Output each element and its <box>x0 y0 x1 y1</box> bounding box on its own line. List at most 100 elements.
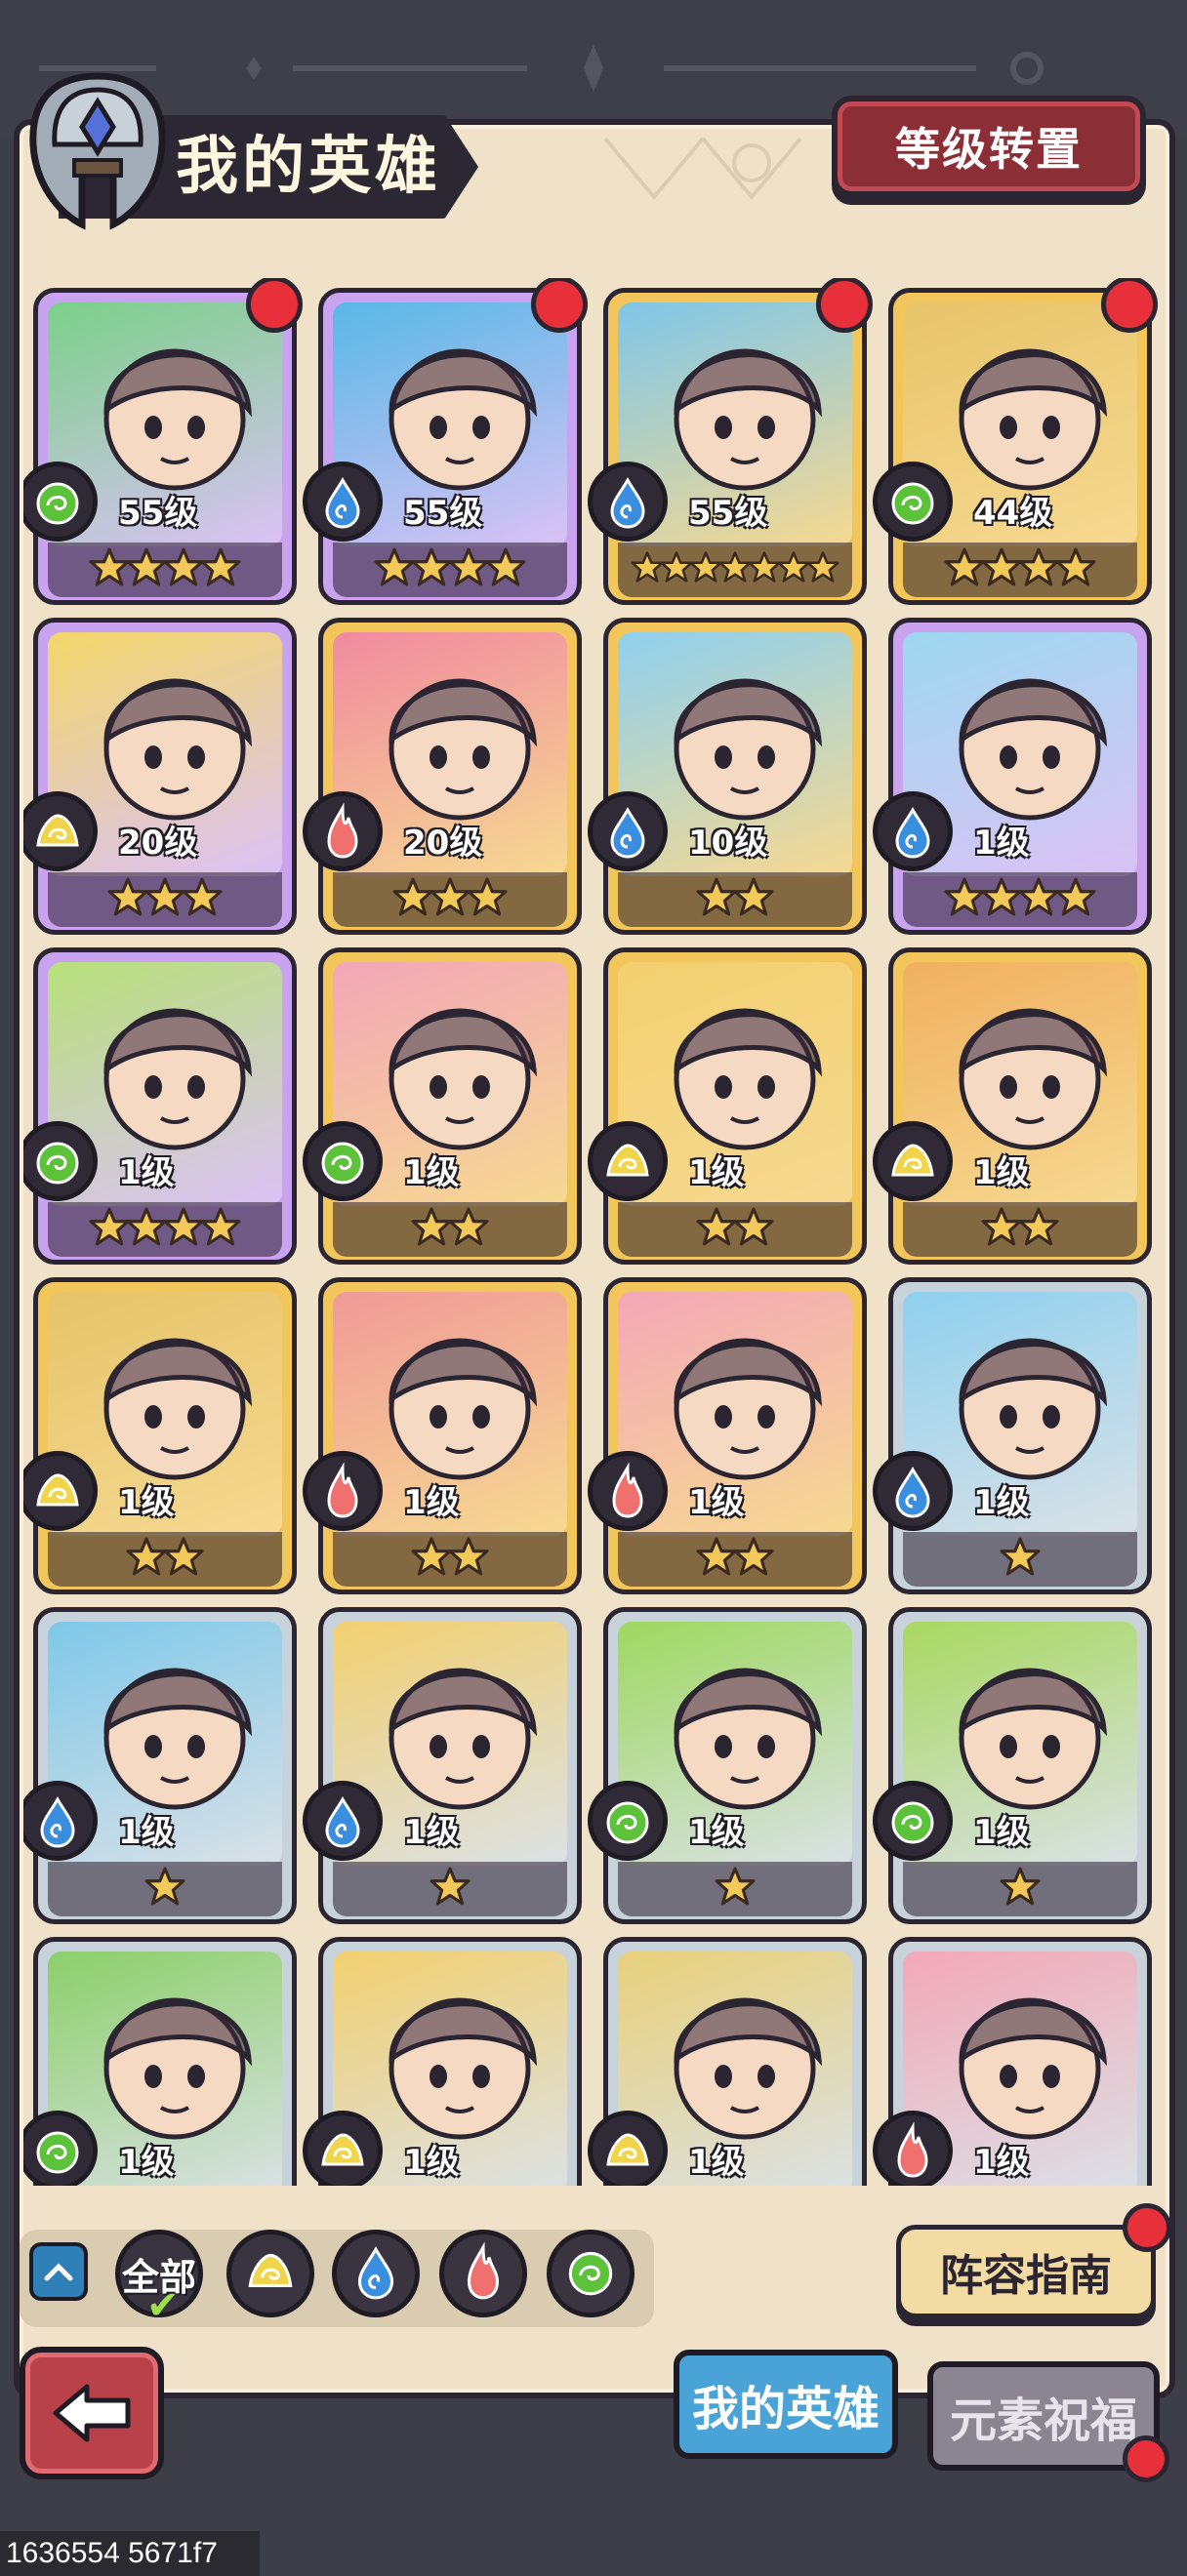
hero-card[interactable]: 1级 <box>888 1277 1152 1594</box>
earth-element-icon <box>588 1121 668 1201</box>
hero-stars <box>618 1864 852 1909</box>
star-icon <box>1018 1206 1059 1247</box>
lineup-guide-button[interactable]: 阵容指南 <box>896 2225 1156 2318</box>
star-icon <box>411 546 452 587</box>
hero-card[interactable]: 1级 <box>888 618 1152 935</box>
back-button[interactable] <box>20 2347 164 2479</box>
hero-stars <box>903 1534 1137 1579</box>
fire-element-icon <box>303 791 383 871</box>
water-element-icon <box>873 791 953 871</box>
nature-element-icon <box>873 1781 953 1861</box>
hero-level: 1级 <box>688 1483 745 1522</box>
star-icon <box>1018 876 1059 917</box>
star-icon <box>660 550 693 584</box>
hero-notification-dot <box>816 278 873 333</box>
hero-level: 1级 <box>688 1813 745 1852</box>
water-element-icon <box>303 462 383 542</box>
star-icon <box>748 550 781 584</box>
back-arrow-icon <box>53 2384 131 2442</box>
tab-notification-dot <box>1123 2435 1169 2482</box>
hero-card[interactable]: 1级 <box>888 947 1152 1265</box>
hero-notification-dot <box>246 278 303 333</box>
hero-stars <box>618 1534 852 1579</box>
filter-earth-button[interactable] <box>226 2230 314 2317</box>
hero-level: 1级 <box>973 1153 1030 1192</box>
tab-my-heroes[interactable]: 我的英雄 <box>674 2350 898 2459</box>
hero-stars <box>48 1864 282 1909</box>
star-icon <box>126 1206 167 1247</box>
star-icon <box>411 1536 452 1577</box>
star-icon <box>718 550 752 584</box>
fire-element-icon <box>873 2111 953 2186</box>
nature-element-icon <box>303 1121 383 1201</box>
star-icon <box>689 550 722 584</box>
hero-card[interactable]: 1级 <box>33 1277 297 1594</box>
hero-card[interactable]: 1级 <box>33 1607 297 1924</box>
star-icon <box>200 1206 241 1247</box>
filter-fire-button[interactable] <box>439 2230 527 2317</box>
star-icon <box>126 1536 167 1577</box>
hero-level: 1级 <box>118 1483 175 1522</box>
hero-card[interactable]: 1级 <box>318 947 582 1265</box>
hero-card[interactable]: 55级 <box>33 288 297 605</box>
hero-card[interactable]: 1级 <box>888 1607 1152 1924</box>
star-icon <box>981 1206 1022 1247</box>
level-transfer-button[interactable]: 等级转置 <box>832 96 1146 197</box>
hero-stars <box>333 544 567 589</box>
star-icon <box>89 1206 130 1247</box>
hero-card[interactable]: 55级 <box>318 288 582 605</box>
hero-level: 20级 <box>118 824 198 863</box>
hero-card[interactable]: 1级 <box>318 1607 582 1924</box>
star-icon <box>126 546 167 587</box>
earth-element-icon <box>588 2111 668 2186</box>
hero-card[interactable]: 44级 <box>888 288 1152 605</box>
nature-element-icon <box>23 2111 98 2186</box>
star-icon <box>448 546 489 587</box>
water-element-icon <box>873 1451 953 1531</box>
hero-card[interactable]: 10级 <box>603 618 867 935</box>
star-icon <box>163 1206 204 1247</box>
nature-element-icon <box>23 462 98 542</box>
hero-level: 44级 <box>973 494 1053 533</box>
nature-element-icon <box>560 2241 621 2306</box>
star-icon <box>981 546 1022 587</box>
star-icon <box>696 876 737 917</box>
hero-card[interactable]: 1级 <box>603 1607 867 1924</box>
star-icon <box>981 876 1022 917</box>
hero-stars <box>618 544 852 589</box>
star-icon <box>777 550 810 584</box>
star-icon <box>430 876 471 917</box>
hero-level: 1级 <box>973 1813 1030 1852</box>
water-element-icon <box>588 462 668 542</box>
star-icon <box>1055 546 1096 587</box>
selected-check-icon: ✔ <box>146 2283 180 2328</box>
hero-stars <box>333 1864 567 1909</box>
star-icon <box>392 876 433 917</box>
hero-card[interactable]: 1级 <box>33 947 297 1265</box>
water-element-icon <box>588 791 668 871</box>
hero-level: 20级 <box>403 824 483 863</box>
star-icon <box>1055 876 1096 917</box>
hero-stars <box>903 544 1137 589</box>
star-icon <box>733 1536 774 1577</box>
hero-card[interactable]: 1级 <box>318 1277 582 1594</box>
filter-water-button[interactable] <box>332 2230 420 2317</box>
hero-card[interactable]: 1级 <box>603 1277 867 1594</box>
nature-element-icon <box>588 1781 668 1861</box>
hero-card[interactable]: 20级 <box>318 618 582 935</box>
star-icon <box>631 550 664 584</box>
hero-stars <box>903 874 1137 919</box>
star-icon <box>1000 1866 1041 1907</box>
hero-card[interactable]: 1级 <box>603 947 867 1265</box>
filter-nature-button[interactable] <box>547 2230 634 2317</box>
star-icon <box>163 1536 204 1577</box>
star-icon <box>89 546 130 587</box>
hero-stars <box>333 1204 567 1249</box>
star-icon <box>448 1536 489 1577</box>
collapse-filter-button[interactable] <box>29 2242 88 2301</box>
hero-card[interactable]: 55级 <box>603 288 867 605</box>
hero-level: 1级 <box>973 824 1030 863</box>
fire-element-icon <box>588 1451 668 1531</box>
hero-card[interactable]: 20级 <box>33 618 297 935</box>
hero-stars <box>48 874 282 919</box>
